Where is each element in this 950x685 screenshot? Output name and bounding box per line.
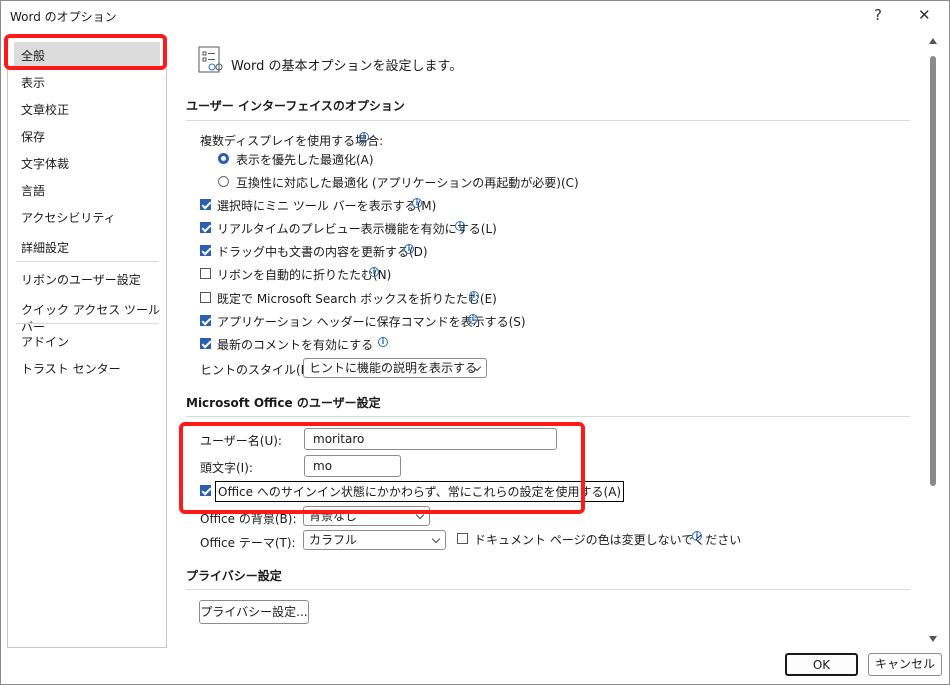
ok-button[interactable]: OK <box>785 653 858 676</box>
screentip-style-select[interactable]: ヒントに機能の説明を表示する <box>303 358 487 378</box>
info-icon[interactable]: i <box>359 132 369 142</box>
info-icon[interactable]: i <box>369 267 379 277</box>
nav-item-proofing[interactable]: 文章校正 <box>21 101 69 118</box>
info-icon[interactable]: i <box>412 198 422 208</box>
nav-item-language[interactable]: 言語 <box>21 182 45 199</box>
info-icon[interactable]: i <box>468 314 478 324</box>
nav-item-trust-center[interactable]: トラスト センター <box>21 360 121 377</box>
checkbox-update-while-drag[interactable] <box>200 245 211 256</box>
checkbox-collapse-search-label[interactable]: 既定で Microsoft Search ボックスを折りたたむ(E) <box>217 290 497 307</box>
section-divider <box>186 589 910 590</box>
nav-item-accessibility[interactable]: アクセシビリティ <box>21 209 116 226</box>
nav-item-save[interactable]: 保存 <box>21 128 45 145</box>
section-title-office: Microsoft Office のユーザー設定 <box>186 396 381 410</box>
scroll-up-icon[interactable] <box>929 38 937 44</box>
info-icon[interactable]: i <box>378 337 388 347</box>
section-title-privacy: プライバシー設定 <box>186 569 282 583</box>
privacy-settings-button[interactable]: プライバシー設定... <box>199 600 309 624</box>
help-button[interactable]: ? <box>874 6 882 24</box>
category-nav: 全般 表示 文章校正 保存 文字体裁 言語 アクセシビリティ 詳細設定 リボンの… <box>7 36 167 648</box>
radio-optimize-appearance[interactable] <box>218 153 229 164</box>
nav-item-addins[interactable]: アドイン <box>21 333 69 350</box>
info-icon[interactable]: i <box>469 291 479 301</box>
checkbox-mini-toolbar-label[interactable]: 選択時にミニ ツール バーを表示する(M) <box>217 197 436 214</box>
checkbox-update-while-drag-label[interactable]: ドラッグ中も文書の内容を更新する(D) <box>217 243 428 260</box>
nav-divider <box>16 323 158 324</box>
window-title: Word のオプション <box>10 10 117 24</box>
office-theme-value: カラフル <box>309 533 358 547</box>
radio-optimize-compatibility[interactable] <box>218 176 229 187</box>
user-settings-highlight-box <box>179 422 585 514</box>
info-icon[interactable]: i <box>692 531 702 541</box>
office-theme-select[interactable]: カラフル <box>303 530 446 550</box>
nav-item-customize-ribbon[interactable]: リボンのユーザー設定 <box>21 271 141 288</box>
nav-item-typography[interactable]: 文字体裁 <box>21 155 69 172</box>
header-text: Word の基本オプションを設定します。 <box>231 59 463 74</box>
section-divider <box>186 120 910 121</box>
office-theme-label: Office テーマ(T): <box>200 536 296 550</box>
checkbox-live-preview[interactable] <box>200 222 211 233</box>
options-icon <box>198 46 223 73</box>
checkbox-collapse-ribbon-label[interactable]: リボンを自動的に折りたたむ(N) <box>217 266 391 283</box>
nav-highlight-box <box>4 34 167 70</box>
screentip-style-label: ヒントのスタイル(R): <box>200 363 318 377</box>
info-icon[interactable]: i <box>455 221 465 231</box>
nav-item-display[interactable]: 表示 <box>21 74 45 91</box>
nav-item-quick-access-toolbar[interactable]: クイック アクセス ツール バー <box>21 301 166 335</box>
chevron-down-icon <box>431 534 441 544</box>
nav-item-advanced[interactable]: 詳細設定 <box>21 239 69 256</box>
scrollbar-thumb[interactable] <box>930 56 936 486</box>
scroll-down-icon[interactable] <box>929 636 937 642</box>
radio-optimize-appearance-label[interactable]: 表示を優先した最適化(A) <box>236 151 374 168</box>
info-icon[interactable]: i <box>404 244 414 254</box>
checkbox-modern-comments-label[interactable]: 最新のコメントを有効にする <box>217 336 373 353</box>
cancel-button[interactable]: キャンセル <box>868 653 942 676</box>
radio-optimize-compatibility-label[interactable]: 互換性に対応した最適化 (アプリケーションの再起動が必要)(C) <box>236 174 579 191</box>
checkbox-show-save-command[interactable] <box>200 315 211 326</box>
multi-display-label: 複数ディスプレイを使用する場合: <box>200 134 384 148</box>
section-title-ui: ユーザー インターフェイスのオプション <box>186 99 405 113</box>
checkbox-collapse-ribbon[interactable] <box>200 268 211 279</box>
checkbox-collapse-search[interactable] <box>200 292 211 303</box>
checkbox-keep-page-color[interactable] <box>457 533 468 544</box>
scrollbar[interactable] <box>927 36 939 646</box>
section-divider <box>186 416 910 417</box>
checkbox-show-save-command-label[interactable]: アプリケーション ヘッダーに保存コマンドを表示する(S) <box>217 313 526 330</box>
checkbox-mini-toolbar[interactable] <box>200 199 211 210</box>
checkbox-modern-comments[interactable] <box>200 338 211 349</box>
screentip-style-value: ヒントに機能の説明を表示する <box>309 361 478 375</box>
nav-divider <box>16 261 158 262</box>
close-button[interactable]: ✕ <box>918 6 931 24</box>
